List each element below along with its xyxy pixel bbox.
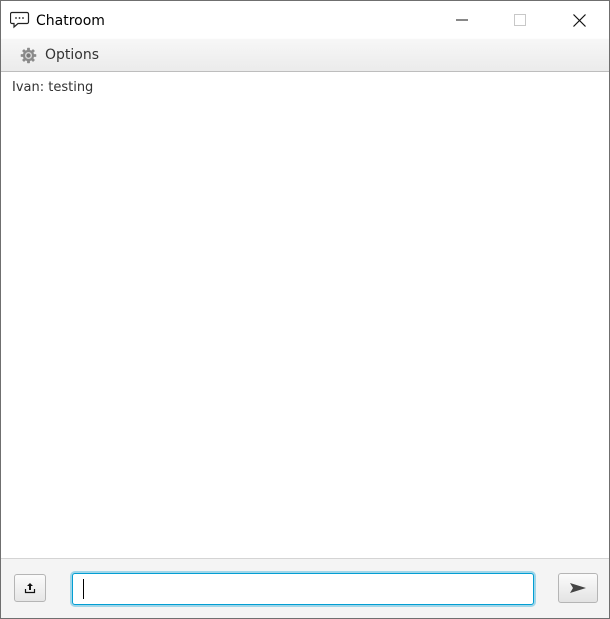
send-button[interactable] [558, 573, 598, 603]
window-title: Chatroom [36, 13, 105, 29]
maximize-icon [514, 14, 526, 26]
close-button[interactable] [550, 1, 608, 39]
composer-bar [1, 558, 609, 618]
menu-options[interactable]: Options [12, 42, 107, 68]
title-bar[interactable]: Chatroom [1, 1, 609, 39]
menu-options-label: Options [45, 47, 100, 63]
chat-message: Ivan: testing [12, 80, 94, 95]
maximize-button[interactable] [491, 1, 549, 39]
chat-messages[interactable]: Ivan: testing [1, 72, 609, 558]
minimize-icon [456, 19, 468, 21]
upload-button[interactable] [14, 574, 46, 602]
upload-icon [24, 583, 36, 594]
chat-bubble-icon [10, 11, 30, 29]
gear-icon [20, 47, 37, 63]
send-icon [570, 583, 586, 593]
menu-bar: Options [1, 39, 609, 72]
minimize-button[interactable] [433, 1, 491, 39]
message-input[interactable] [72, 573, 534, 605]
text-caret [83, 579, 84, 599]
chatroom-window: Chatroom Options Ivan: testing [0, 0, 610, 619]
close-icon [572, 13, 586, 27]
